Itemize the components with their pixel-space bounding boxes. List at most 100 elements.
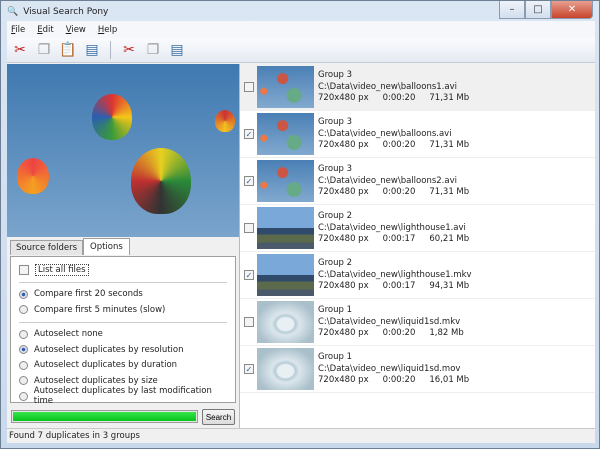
copy-selected-icon[interactable]: ❐ — [144, 41, 162, 59]
radio-button[interactable] — [19, 305, 28, 315]
menu-bar: File Edit View Help — [7, 21, 595, 38]
resolution: 720x480 px — [318, 140, 369, 150]
copy-icon[interactable]: ❐ — [35, 41, 53, 59]
video-preview — [7, 64, 239, 237]
group-label: Group 1 — [318, 305, 352, 315]
resolution: 720x480 px — [318, 328, 369, 338]
app-search-icon: 🔍 — [7, 7, 19, 17]
option-radio[interactable]: Autoselect duplicates by last modificati… — [19, 386, 227, 406]
group-label: Group 3 — [318, 164, 352, 174]
list-item[interactable]: Group 2 C:\Data\video_new\lighthouse1.av… — [240, 205, 595, 252]
file-path: C:\Data\video_new\balloons2.avi — [318, 175, 457, 186]
duration: 0:00:20 — [382, 328, 416, 338]
close-button[interactable]: ✕ — [551, 1, 593, 19]
group-label: Group 2 — [318, 258, 352, 268]
file-size: 60,21 Mb — [429, 234, 470, 244]
resolution: 720x480 px — [318, 375, 369, 385]
select-checkbox[interactable]: ✓ — [244, 129, 254, 139]
group-label: Group 3 — [318, 70, 352, 80]
select-checkbox[interactable]: ✓ — [244, 364, 254, 374]
menu-item[interactable]: File — [11, 25, 25, 35]
status-bar: Found 7 duplicates in 3 groups — [7, 428, 595, 443]
tab-options[interactable]: Options — [83, 238, 130, 255]
list-item[interactable]: ✓ Group 2 C:\Data\video_new\lighthouse1.… — [240, 252, 595, 299]
file-path: C:\Data\video_new\balloons1.avi — [318, 81, 457, 92]
duration: 0:00:20 — [382, 93, 416, 103]
toolbar: ✂ ❐ 📋 ▤ ✂ ❐ ▤ — [7, 38, 595, 63]
file-path: C:\Data\video_new\liquid1sd.mkv — [318, 316, 461, 327]
file-path: C:\Data\video_new\lighthouse1.mkv — [318, 269, 472, 280]
save-selected-icon[interactable]: ▤ — [168, 41, 186, 59]
duplicates-list: Group 3 C:\Data\video_new\balloons1.avi … — [239, 64, 595, 428]
radio-button[interactable] — [19, 391, 28, 401]
cut-selected-icon[interactable]: ✂ — [120, 41, 138, 59]
resolution: 720x480 px — [318, 281, 369, 291]
file-path: C:\Data\video_new\lighthouse1.avi — [318, 222, 466, 233]
duration: 0:00:20 — [382, 375, 416, 385]
maximize-button[interactable]: □ — [525, 1, 551, 19]
tab-source-folders[interactable]: Source folders — [10, 240, 83, 255]
option-radio[interactable]: Compare first 5 minutes (slow) — [19, 302, 227, 318]
duration: 0:00:17 — [382, 234, 416, 244]
radio-button[interactable] — [19, 289, 28, 299]
group-label: Group 3 — [318, 117, 352, 127]
window-title: Visual Search Pony — [23, 7, 109, 17]
group-label: Group 2 — [318, 211, 352, 221]
video-thumbnail — [257, 301, 314, 343]
list-item[interactable]: Group 1 C:\Data\video_new\liquid1sd.mkv … — [240, 299, 595, 346]
file-size: 71,31 Mb — [429, 187, 470, 197]
title-bar: 🔍 Visual Search Pony — [7, 4, 108, 20]
radio-button[interactable] — [19, 360, 28, 370]
video-thumbnail — [257, 348, 314, 390]
resolution: 720x480 px — [318, 187, 369, 197]
radio-button[interactable] — [19, 329, 28, 339]
option-radio[interactable]: Autoselect none — [19, 327, 227, 343]
paste-icon[interactable]: 📋 — [59, 41, 77, 59]
list-item[interactable]: Group 3 C:\Data\video_new\balloons1.avi … — [240, 64, 595, 111]
duration: 0:00:20 — [382, 187, 416, 197]
option-radio[interactable]: Autoselect duplicates by resolution — [19, 342, 227, 358]
option-radio[interactable]: Autoselect duplicates by duration — [19, 358, 227, 374]
video-thumbnail — [257, 207, 314, 249]
resolution: 720x480 px — [318, 93, 369, 103]
video-thumbnail — [257, 113, 314, 155]
list-item[interactable]: ✓ Group 3 C:\Data\video_new\balloons2.av… — [240, 158, 595, 205]
toolbar-separator — [110, 41, 111, 59]
select-checkbox[interactable]: ✓ — [244, 176, 254, 186]
option-radio[interactable]: Compare first 20 seconds — [19, 287, 227, 303]
resolution: 720x480 px — [318, 234, 369, 244]
menu-item[interactable]: View — [66, 25, 86, 35]
cut-icon[interactable]: ✂ — [11, 41, 29, 59]
options-panel: List all files Compare first 20 seconds C… — [10, 256, 236, 406]
duration: 0:00:17 — [382, 281, 416, 291]
file-path: C:\Data\video_new\liquid1sd.mov — [318, 363, 461, 374]
list-all-files-label: List all files — [35, 263, 89, 276]
file-path: C:\Data\video_new\balloons.avi — [318, 128, 452, 139]
minimize-button[interactable]: – — [499, 1, 525, 19]
radio-button[interactable] — [19, 376, 28, 386]
select-checkbox[interactable] — [244, 317, 254, 327]
list-all-files-checkbox[interactable] — [19, 264, 29, 275]
group-label: Group 1 — [318, 352, 352, 362]
list-item[interactable]: ✓ Group 1 C:\Data\video_new\liquid1sd.mo… — [240, 346, 595, 393]
menu-item[interactable]: Help — [98, 25, 117, 35]
video-thumbnail — [257, 254, 314, 296]
file-size: 94,31 Mb — [429, 281, 470, 291]
select-checkbox[interactable] — [244, 82, 254, 92]
save-icon[interactable]: ▤ — [83, 41, 101, 59]
file-size: 71,31 Mb — [429, 93, 470, 103]
list-item[interactable]: ✓ Group 3 C:\Data\video_new\balloons.avi… — [240, 111, 595, 158]
file-size: 71,31 Mb — [429, 140, 470, 150]
select-checkbox[interactable] — [244, 223, 254, 233]
progress-bar — [11, 410, 198, 423]
duration: 0:00:20 — [382, 140, 416, 150]
radio-button[interactable] — [19, 345, 28, 355]
file-size: 1,82 Mb — [429, 328, 464, 338]
file-size: 16,01 Mb — [429, 375, 470, 385]
select-checkbox[interactable]: ✓ — [244, 270, 254, 280]
video-thumbnail — [257, 66, 314, 108]
search-button[interactable]: Search — [202, 409, 235, 425]
app-window: 🔍 Visual Search Pony – □ ✕ File Edit View H… — [0, 0, 600, 449]
menu-item[interactable]: Edit — [37, 25, 53, 35]
video-thumbnail — [257, 160, 314, 202]
